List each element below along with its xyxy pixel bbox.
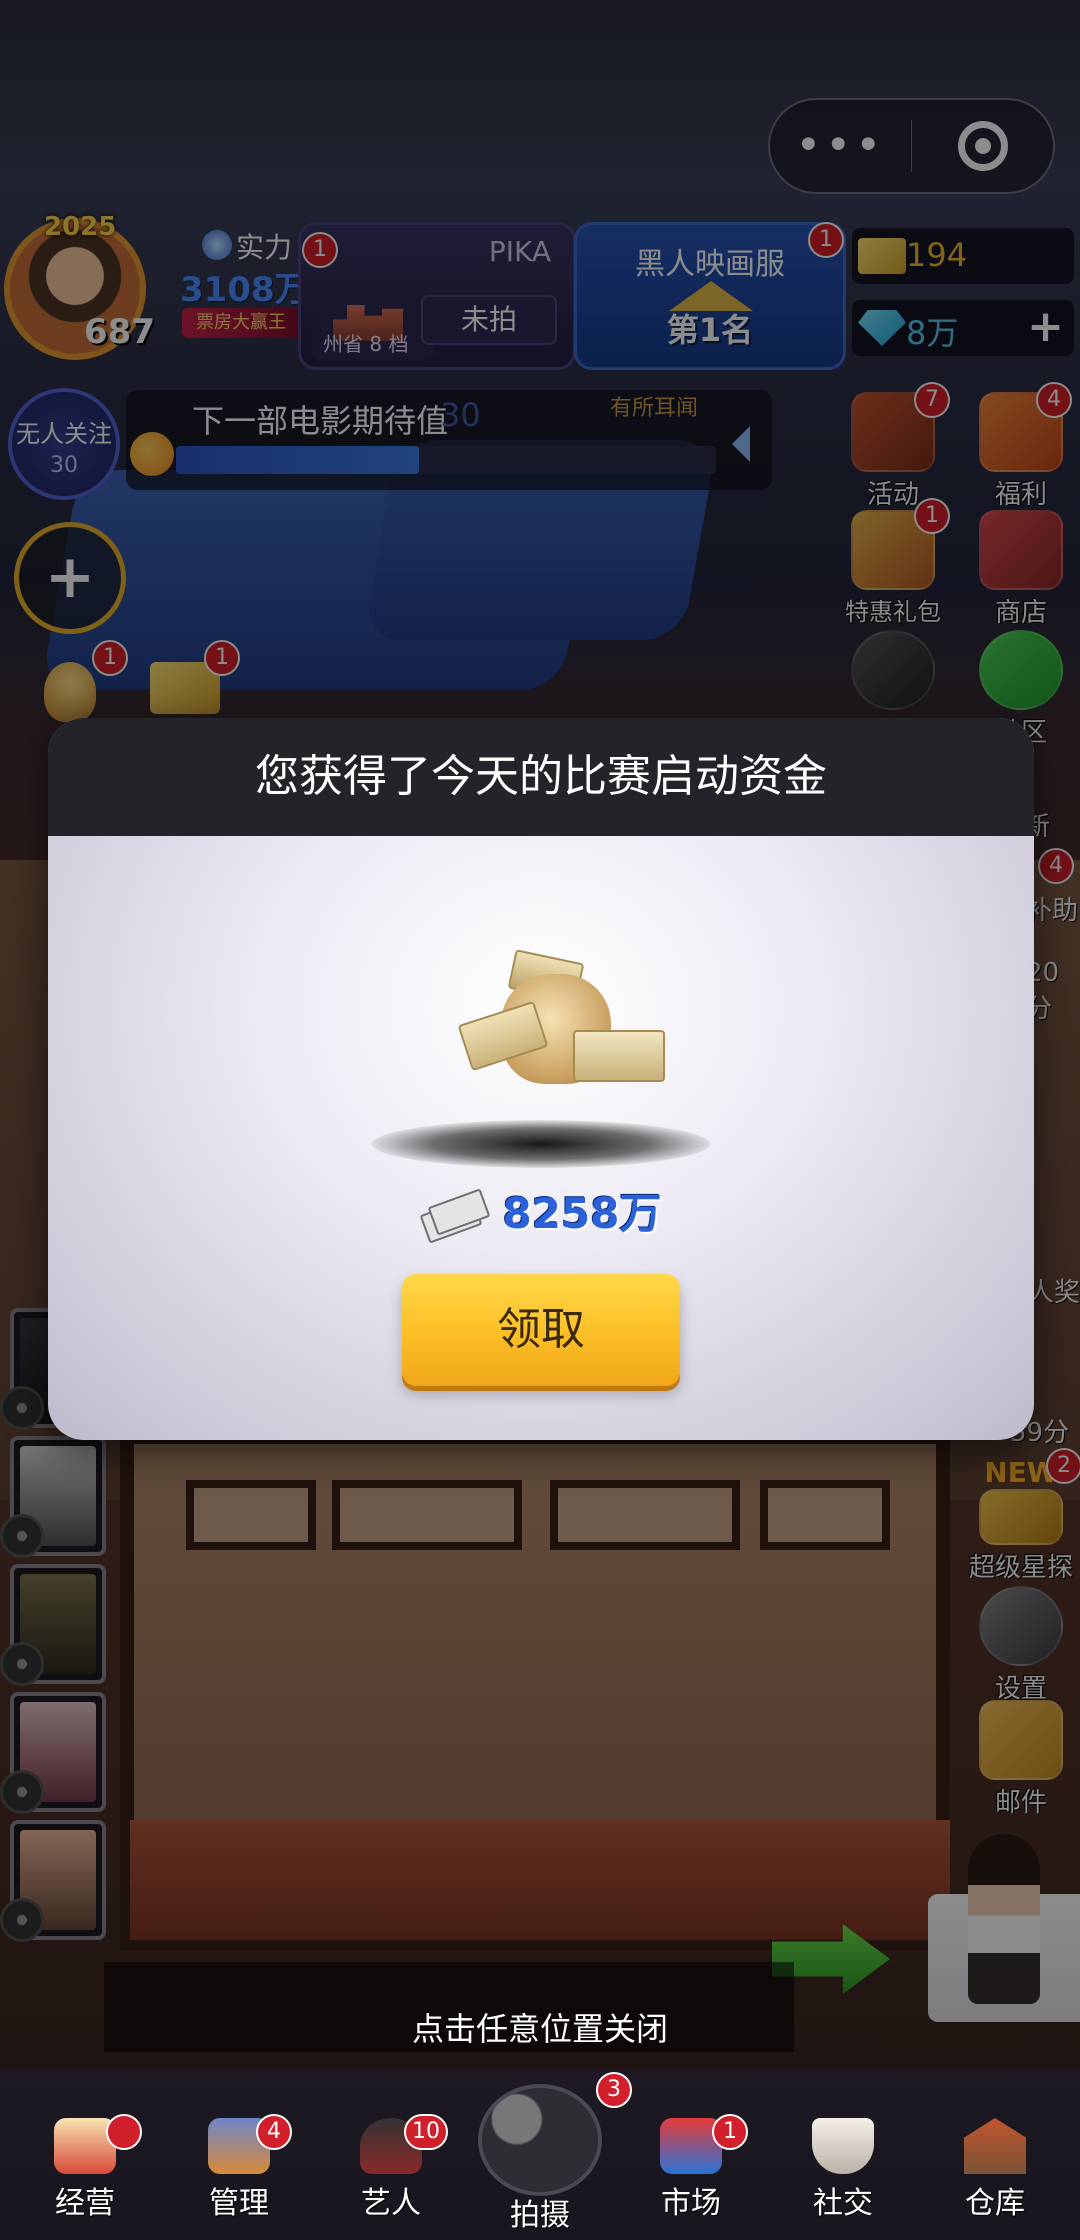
warehouse-icon [964, 2118, 1026, 2174]
camera-icon [478, 2084, 602, 2196]
nav-social[interactable]: 社交 [778, 2118, 908, 2222]
nav-manage-label: 管理 [209, 2186, 269, 2221]
dialog-header: 您获得了今天的比赛启动资金 [48, 718, 1034, 836]
reward-dialog: 您获得了今天的比赛启动资金 8258万 领取 [48, 718, 1034, 1440]
nav-shoot-label: 拍摄 [510, 2198, 570, 2233]
reward-amount-row: 8258万 [48, 1180, 1034, 1244]
money-shadow [372, 1120, 710, 1168]
nav-manage-badge: 4 [256, 2114, 292, 2150]
nav-artist-label: 艺人 [361, 2186, 421, 2221]
money-bag-icon [457, 949, 665, 1096]
reward-value: 8258万 [502, 1189, 662, 1238]
nav-shoot[interactable]: 拍摄 [478, 2084, 602, 2234]
nav-warehouse[interactable]: 仓库 [930, 2118, 1060, 2222]
coffee-icon [812, 2118, 874, 2174]
nav-market-badge: 1 [712, 2114, 748, 2150]
nav-warehouse-label: 仓库 [965, 2186, 1025, 2221]
nav-operate-label: 经营 [55, 2186, 115, 2221]
dialog-title: 您获得了今天的比赛启动资金 [255, 751, 827, 802]
nav-social-label: 社交 [813, 2186, 873, 2221]
nav-artist-badge: 10 [404, 2114, 448, 2150]
nav-market-label: 市场 [661, 2186, 721, 2221]
nav-shoot-badge: 3 [596, 2072, 632, 2108]
close-hint-text[interactable]: 点击任意位置关闭 [0, 2004, 1080, 2050]
claim-button[interactable]: 领取 [402, 1274, 680, 1386]
cash-icon [419, 1185, 491, 1244]
nav-operate-dot [106, 2114, 142, 2150]
